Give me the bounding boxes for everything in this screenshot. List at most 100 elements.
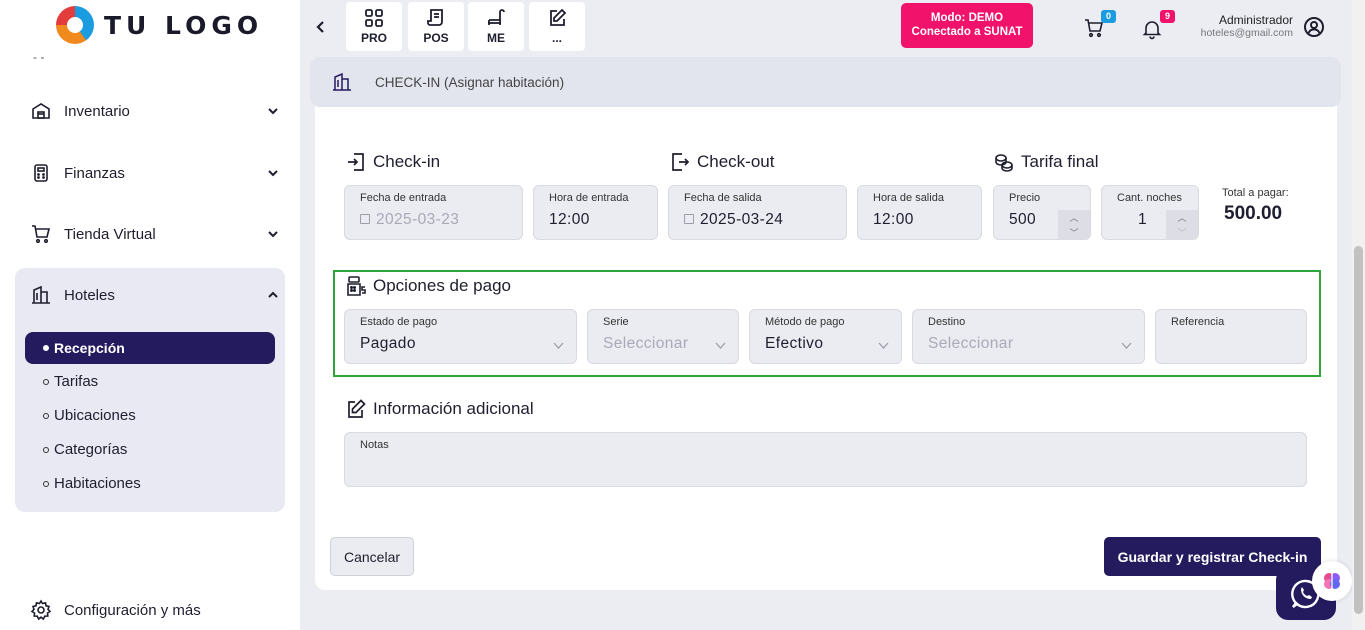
- grid-icon: [365, 9, 383, 27]
- coins-icon: [995, 154, 1013, 172]
- logo-text: TU LOGO: [104, 10, 264, 40]
- field-placeholder: Seleccionar: [603, 335, 689, 352]
- brain-icon: [1324, 573, 1340, 589]
- price-stepper[interactable]: ︿ ﹀: [1058, 210, 1090, 240]
- checkout-time-field[interactable]: Hora de salida 12:00: [857, 185, 982, 240]
- field-value: 12:00: [873, 211, 914, 228]
- demo-mode-badge[interactable]: Modo: DEMO Conectado a SUNAT: [901, 3, 1033, 48]
- user-info[interactable]: Administrador hoteles@gmail.com: [1201, 13, 1293, 39]
- bullet-icon: [43, 378, 49, 385]
- additional-section-title: Información adicional: [345, 398, 534, 420]
- sidebar-subitem-label: Categorías: [54, 441, 128, 458]
- nights-input[interactable]: Cant. noches 1 ︿ ﹀: [1101, 185, 1199, 240]
- bullet-icon: [43, 446, 49, 453]
- notification-count-badge: 9: [1160, 10, 1175, 23]
- checkin-section-title: Check-in: [345, 151, 440, 173]
- tarifa-section-title: Tarifa final: [993, 151, 1098, 173]
- sidebar: TU LOGO - - Inventario Finanzas Tienda V…: [0, 0, 300, 630]
- bullet-icon: [43, 345, 49, 351]
- page-title: CHECK-IN (Asignar habitación): [375, 74, 565, 90]
- building-icon: [333, 72, 351, 91]
- destino-select[interactable]: Destino Seleccionar: [912, 309, 1145, 364]
- field-label: Notas: [360, 439, 389, 451]
- payment-section-title: Opciones de pago: [345, 275, 511, 297]
- chevron-down-icon: [1121, 342, 1132, 349]
- page-header: CHECK-IN (Asignar habitación): [310, 57, 1341, 107]
- sidebar-item-label: Hoteles: [64, 286, 115, 304]
- cash-register-icon: [347, 276, 366, 296]
- toolbar-button-label: PRO: [360, 31, 387, 45]
- demo-mode-label: Modo: DEMO: [930, 12, 1004, 24]
- scroll-hint: - -: [33, 50, 45, 64]
- sidebar-subitem-label: Habitaciones: [54, 475, 141, 492]
- metodo-pago-select[interactable]: Método de pago Efectivo: [749, 309, 902, 364]
- estado-pago-select[interactable]: Estado de pago Pagado: [344, 309, 577, 364]
- sidebar-subitem-categorias[interactable]: Categorías: [43, 441, 127, 458]
- door-enter-icon: [348, 153, 364, 171]
- checkin-time-field[interactable]: Hora de entrada 12:00: [533, 185, 658, 240]
- field-value: 1: [1138, 211, 1148, 228]
- sidebar-subitem-ubicaciones[interactable]: Ubicaciones: [43, 407, 136, 424]
- sidebar-subitem-label: Tarifas: [54, 373, 99, 390]
- chevron-down-icon: [268, 231, 278, 238]
- gear-icon: [30, 599, 52, 621]
- serie-select[interactable]: Serie Seleccionar: [587, 309, 739, 364]
- ai-assistant-button[interactable]: [1312, 561, 1352, 601]
- field-value: Pagado: [360, 335, 416, 352]
- page-scrollbar[interactable]: [1352, 0, 1365, 630]
- sidebar-subitem-habitaciones[interactable]: Habitaciones: [43, 475, 141, 492]
- section-title-label: Opciones de pago: [373, 276, 511, 295]
- toolbar-pro-button[interactable]: PRO: [346, 2, 402, 51]
- edit-icon: [348, 399, 366, 418]
- field-value: 500: [1009, 211, 1037, 228]
- sidebar-item-finanzas[interactable]: Finanzas: [30, 158, 280, 188]
- sidebar-item-label: Tienda Virtual: [64, 225, 156, 243]
- building-icon: [30, 284, 52, 306]
- field-label: Método de pago: [765, 316, 845, 328]
- field-value: 2025-03-23: [376, 211, 460, 228]
- sidebar-item-label: Inventario: [64, 102, 130, 120]
- referencia-input[interactable]: Referencia: [1155, 309, 1307, 364]
- checkin-date-field[interactable]: Fecha de entrada 2025-03-23: [344, 185, 523, 240]
- field-value: 2025-03-24: [700, 211, 784, 228]
- nights-stepper[interactable]: ︿ ﹀: [1166, 210, 1198, 240]
- sidebar-item-configuracion[interactable]: Configuración y más: [30, 595, 280, 625]
- logo[interactable]: TU LOGO: [56, 6, 263, 44]
- user-email: hoteles@gmail.com: [1200, 27, 1293, 39]
- sunat-status-label: Conectado a SUNAT: [911, 26, 1023, 38]
- chevron-down-icon: [878, 342, 889, 349]
- sidebar-item-hoteles[interactable]: Hoteles: [30, 280, 280, 310]
- field-label: Serie: [603, 316, 629, 328]
- sidebar-subitem-tarifas[interactable]: Tarifas: [43, 373, 98, 390]
- calendar-icon: [684, 214, 694, 224]
- notes-textarea[interactable]: Notas: [344, 432, 1307, 487]
- edit-icon: [550, 8, 567, 26]
- field-label: Precio: [1009, 192, 1041, 204]
- scrollbar-thumb[interactable]: [1354, 246, 1363, 614]
- chevron-down-icon[interactable]: ﹀: [1177, 226, 1186, 239]
- field-label: Fecha de salida: [684, 192, 762, 204]
- sidebar-item-tienda-virtual[interactable]: Tienda Virtual: [30, 219, 280, 249]
- user-avatar-icon[interactable]: [1303, 16, 1325, 38]
- toolbar-button-label: ...: [551, 31, 562, 45]
- chevron-down-icon[interactable]: ﹀: [1069, 226, 1078, 239]
- price-input[interactable]: Precio 500 ︿ ﹀: [993, 185, 1091, 240]
- section-title-label: Check-out: [697, 152, 775, 171]
- sidebar-subitem-label: Ubicaciones: [54, 407, 136, 424]
- toolbar-pos-button[interactable]: POS: [408, 2, 464, 51]
- field-value: Efectivo: [765, 335, 824, 352]
- sidebar-subitem-recepcion[interactable]: Recepción: [25, 332, 275, 364]
- checkout-date-field[interactable]: Fecha de salida 2025-03-24: [668, 185, 847, 240]
- chevron-up-icon[interactable]: ︿: [1177, 211, 1186, 224]
- toolbar-me-button[interactable]: ME: [468, 2, 524, 51]
- field-value: 12:00: [549, 211, 590, 228]
- field-label: Hora de salida: [873, 192, 944, 204]
- section-title-label: Check-in: [373, 152, 441, 171]
- bullet-icon: [43, 480, 49, 487]
- sidebar-item-inventario[interactable]: Inventario: [30, 96, 280, 126]
- chevron-up-icon[interactable]: ︿: [1069, 211, 1078, 224]
- chevron-up-icon: [268, 291, 278, 298]
- cancel-button[interactable]: Cancelar: [330, 537, 414, 576]
- chevron-left-icon[interactable]: [312, 18, 330, 36]
- toolbar-more-button[interactable]: ...: [529, 2, 585, 51]
